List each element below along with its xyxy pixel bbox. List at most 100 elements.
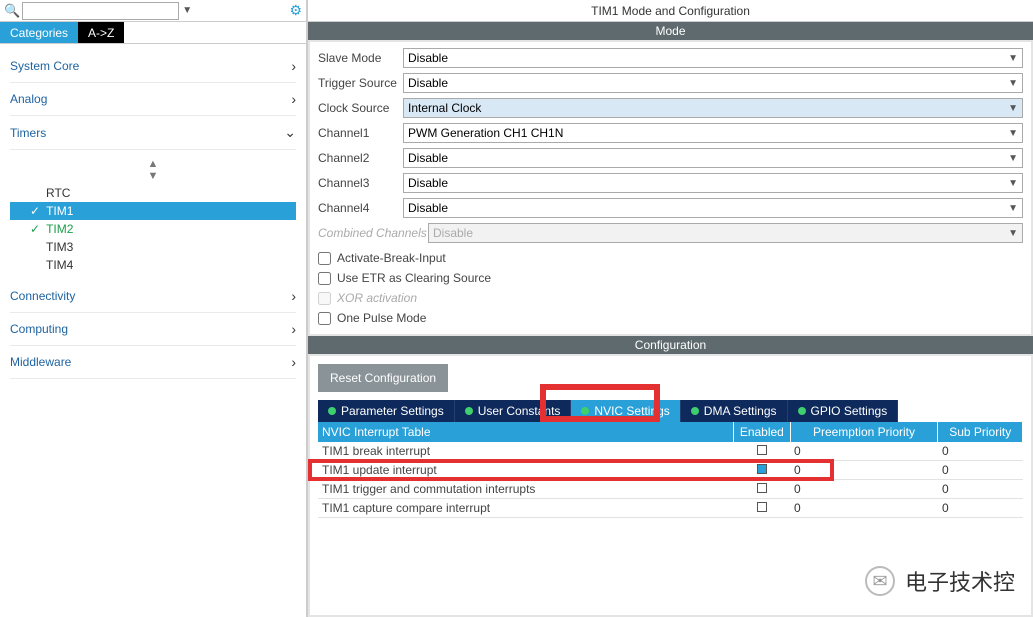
- checkbox-icon[interactable]: [757, 483, 767, 493]
- cell-sub[interactable]: 0: [938, 480, 1023, 499]
- section-middleware[interactable]: Middleware ›: [10, 346, 296, 379]
- col-preempt[interactable]: Preemption Priority: [790, 422, 938, 442]
- nvic-interrupt-table: NVIC Interrupt Table Enabled Preemption …: [318, 422, 1023, 518]
- check-icon: ✓: [30, 222, 40, 236]
- cell-enabled[interactable]: [734, 442, 790, 461]
- cell-sub[interactable]: 0: [938, 461, 1023, 480]
- chevron-down-icon: ▼: [1008, 53, 1018, 64]
- clock-source-select[interactable]: Internal Clock ▼: [403, 98, 1023, 118]
- tab-gpio-settings[interactable]: GPIO Settings: [788, 400, 899, 422]
- tab-user-constants[interactable]: User Constants: [455, 400, 572, 422]
- col-enabled[interactable]: Enabled: [734, 422, 790, 442]
- section-label: System Core: [10, 59, 79, 73]
- use-etr-checkbox[interactable]: [318, 272, 331, 285]
- xor-label: XOR activation: [337, 291, 417, 305]
- checkbox-icon[interactable]: [757, 445, 767, 455]
- channel3-value: Disable: [408, 176, 448, 190]
- channel2-value: Disable: [408, 151, 448, 165]
- channel1-select[interactable]: PWM Generation CH1 CH1N ▼: [403, 123, 1023, 143]
- chevron-down-icon: ▼: [1008, 178, 1018, 189]
- combined-channels-value: Disable: [433, 226, 473, 240]
- clock-source-label: Clock Source: [318, 101, 403, 115]
- chevron-down-icon[interactable]: ▼: [182, 5, 192, 16]
- status-dot-icon: [465, 407, 473, 415]
- table-row[interactable]: TIM1 trigger and commutation interrupts 0…: [318, 480, 1023, 499]
- one-pulse-checkbox[interactable]: [318, 312, 331, 325]
- slave-mode-select[interactable]: Disable▼: [403, 48, 1023, 68]
- use-etr-label: Use ETR as Clearing Source: [337, 271, 491, 285]
- section-computing[interactable]: Computing ›: [10, 313, 296, 346]
- section-timers[interactable]: Timers ⌄: [10, 116, 296, 150]
- channel1-label: Channel1: [318, 126, 403, 140]
- status-dot-icon: [691, 407, 699, 415]
- cell-enabled[interactable]: [734, 499, 790, 518]
- cell-preempt[interactable]: 0: [790, 480, 938, 499]
- cell-name: TIM1 trigger and commutation interrupts: [318, 480, 734, 499]
- chevron-down-icon: ▼: [1008, 128, 1018, 139]
- channel2-label: Channel2: [318, 151, 403, 165]
- table-row[interactable]: TIM1 break interrupt00: [318, 442, 1023, 461]
- cell-name: TIM1 capture compare interrupt: [318, 499, 734, 518]
- sidebar-item-rtc[interactable]: RTC: [10, 184, 296, 202]
- sidebar-item-tim1[interactable]: ✓ TIM1: [10, 202, 296, 220]
- section-label: Connectivity: [10, 289, 75, 303]
- configuration-header: Configuration: [308, 336, 1033, 354]
- combined-channels-select: Disable ▼: [428, 223, 1023, 243]
- chevron-down-icon: ▼: [1008, 228, 1018, 239]
- wechat-icon: ✉: [865, 566, 895, 596]
- tab-label: DMA Settings: [704, 404, 777, 418]
- channel3-select[interactable]: Disable ▼: [403, 173, 1023, 193]
- sidebar-item-tim4[interactable]: TIM4: [10, 256, 296, 274]
- sidebar-item-tim3[interactable]: TIM3: [10, 238, 296, 256]
- combined-channels-label: Combined Channels: [318, 226, 428, 240]
- gear-icon[interactable]: ⚙: [289, 2, 302, 19]
- channel4-label: Channel4: [318, 201, 403, 215]
- sidebar-item-tim2[interactable]: ✓ TIM2: [10, 220, 296, 238]
- channel3-label: Channel3: [318, 176, 403, 190]
- channel2-select[interactable]: Disable▼: [403, 148, 1023, 168]
- reset-configuration-button[interactable]: Reset Configuration: [318, 364, 448, 392]
- tab-parameter-settings[interactable]: Parameter Settings: [318, 400, 455, 422]
- check-icon: ✓: [30, 204, 40, 218]
- chevron-down-icon: ▼: [1008, 203, 1018, 214]
- cell-enabled[interactable]: [734, 461, 790, 480]
- search-input[interactable]: [22, 2, 179, 20]
- cell-sub[interactable]: 0: [938, 499, 1023, 518]
- status-dot-icon: [581, 407, 589, 415]
- search-icon: 🔍: [4, 3, 20, 19]
- activate-break-checkbox[interactable]: [318, 252, 331, 265]
- clock-source-value: Internal Clock: [408, 101, 481, 115]
- channel1-value: PWM Generation CH1 CH1N: [408, 126, 563, 140]
- tab-nvic-settings[interactable]: NVIC Settings: [571, 400, 680, 422]
- tab-a-z[interactable]: A->Z: [78, 22, 124, 43]
- checkbox-icon[interactable]: [757, 502, 767, 512]
- section-analog[interactable]: Analog ›: [10, 83, 296, 116]
- chevron-down-icon: ▼: [1008, 103, 1018, 114]
- col-name[interactable]: NVIC Interrupt Table: [318, 422, 734, 442]
- chevron-right-icon: ›: [291, 288, 296, 304]
- channel4-value: Disable: [408, 201, 448, 215]
- col-sub[interactable]: Sub Priority: [938, 422, 1023, 442]
- cell-enabled[interactable]: [734, 480, 790, 499]
- tab-label: User Constants: [478, 404, 561, 418]
- page-title: TIM1 Mode and Configuration: [308, 0, 1033, 22]
- tab-categories[interactable]: Categories: [0, 22, 78, 43]
- table-row[interactable]: TIM1 update interrupt00: [318, 461, 1023, 480]
- trigger-source-select[interactable]: Disable▼: [403, 73, 1023, 93]
- section-system-core[interactable]: System Core ›: [10, 50, 296, 83]
- table-row[interactable]: TIM1 capture compare interrupt 00: [318, 499, 1023, 518]
- channel4-select[interactable]: Disable ▼: [403, 198, 1023, 218]
- cell-preempt[interactable]: 0: [790, 461, 938, 480]
- watermark-text: 电子技术控: [905, 565, 1015, 597]
- section-connectivity[interactable]: Connectivity ›: [10, 280, 296, 313]
- cell-sub[interactable]: 0: [938, 442, 1023, 461]
- section-label: Middleware: [10, 355, 71, 369]
- trigger-source-value: Disable: [408, 76, 448, 90]
- tab-dma-settings[interactable]: DMA Settings: [681, 400, 788, 422]
- cell-preempt[interactable]: 0: [790, 442, 938, 461]
- one-pulse-label: One Pulse Mode: [337, 311, 426, 325]
- checkbox-icon[interactable]: [757, 464, 767, 474]
- section-label: Analog: [10, 92, 47, 106]
- cell-preempt[interactable]: 0: [790, 499, 938, 518]
- sort-icon[interactable]: ▲▼: [10, 156, 296, 184]
